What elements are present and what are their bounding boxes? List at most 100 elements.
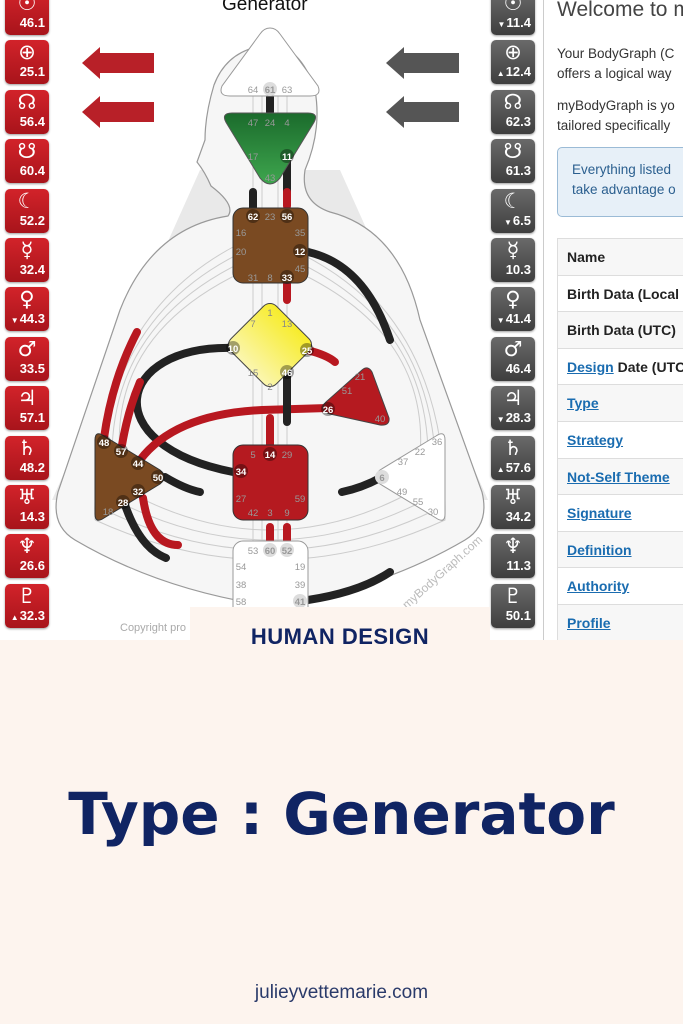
gate-60: 60 bbox=[265, 546, 276, 557]
gate-29: 29 bbox=[282, 450, 293, 461]
intro-text-1: Your BodyGraph (C bbox=[557, 46, 675, 61]
venus-icon: ♀ bbox=[19, 287, 35, 312]
table-row: Design Date (UTC bbox=[557, 347, 683, 385]
design-planet-saturn[interactable]: ♄ 48.2 bbox=[5, 435, 49, 480]
design-planet-neptune[interactable]: ♆ 26.6 bbox=[5, 534, 49, 579]
row-link[interactable]: Type bbox=[567, 395, 599, 411]
gate-11: 11 bbox=[282, 152, 293, 163]
planet-gate-value: 14.3 bbox=[5, 509, 49, 525]
row-link[interactable]: Design bbox=[567, 359, 614, 375]
planet-gate-value: ▲12.4 bbox=[491, 64, 535, 82]
personality-planet-pluto[interactable]: ♇ 50.1 bbox=[491, 583, 535, 628]
mars-icon: ♂ bbox=[17, 336, 37, 361]
gate-19: 19 bbox=[295, 562, 306, 573]
gate-26: 26 bbox=[323, 405, 334, 416]
row-link[interactable]: Signature bbox=[567, 505, 632, 521]
gate-3: 3 bbox=[267, 508, 272, 519]
gate-47: 47 bbox=[248, 118, 259, 129]
design-planet-sun[interactable]: ☉ 46.1 bbox=[5, 0, 49, 35]
planet-gate-value: 61.3 bbox=[491, 163, 535, 179]
design-planet-uranus[interactable]: ♅ 14.3 bbox=[5, 485, 49, 529]
personality-planet-north-node[interactable]: ☊ 62.3 bbox=[491, 89, 535, 134]
arrow-down-icon: ▼ bbox=[496, 415, 505, 425]
gate-31: 31 bbox=[248, 273, 259, 284]
gate-line: 11.3 bbox=[506, 558, 531, 574]
info-alert: Everything listed take advantage o bbox=[557, 147, 683, 217]
arrow-up-icon: ▲ bbox=[10, 612, 19, 622]
gate-line: 14.3 bbox=[19, 509, 45, 524]
gate-line: 26.6 bbox=[19, 558, 45, 574]
website-link[interactable]: julieyvettemarie.com bbox=[0, 982, 683, 1004]
design-planet-earth[interactable]: ⊕ 25.1 bbox=[5, 40, 49, 85]
planet-gate-value: 10.3 bbox=[491, 262, 535, 278]
jupiter-icon: ♃ bbox=[503, 386, 523, 411]
planet-gate-value: 46.4 bbox=[491, 361, 535, 377]
table-row: Not-Self Theme bbox=[557, 457, 683, 495]
gate-line: 25.1 bbox=[19, 64, 45, 80]
design-arrow-icon bbox=[82, 47, 154, 79]
gate-18: 18 bbox=[103, 507, 114, 518]
gate-15: 15 bbox=[248, 368, 259, 379]
design-planet-mars[interactable]: ♂ 33.5 bbox=[5, 336, 49, 381]
gate-51: 51 bbox=[342, 386, 353, 397]
mercury-icon: ☿ bbox=[20, 238, 34, 262]
planet-gate-value: 34.2 bbox=[491, 509, 535, 525]
row-link[interactable]: Profile bbox=[567, 615, 611, 631]
info-text-2: take advantage o bbox=[572, 182, 676, 197]
personality-planet-moon[interactable]: ☾ ▼6.5 bbox=[491, 188, 535, 233]
planet-gate-value: ▼11.4 bbox=[491, 15, 535, 33]
design-planet-moon[interactable]: ☾ 52.2 bbox=[5, 188, 49, 233]
planet-gate-value: ▼6.5 bbox=[491, 213, 535, 231]
gate-39: 39 bbox=[295, 580, 306, 591]
gate-40: 40 bbox=[375, 414, 386, 425]
banner-title: HUMAN DESIGN bbox=[190, 607, 490, 659]
personality-planet-earth[interactable]: ⊕ ▲12.4 bbox=[491, 40, 535, 85]
personality-planet-sun[interactable]: ☉ ▼11.4 bbox=[491, 0, 535, 35]
gate-49: 49 bbox=[397, 487, 408, 498]
personality-planet-uranus[interactable]: ♅ 34.2 bbox=[491, 485, 535, 529]
arrow-down-icon: ▼ bbox=[497, 20, 506, 29]
gate-46: 46 bbox=[282, 368, 293, 379]
personality-planet-neptune[interactable]: ♆ 11.3 bbox=[491, 534, 535, 579]
personality-planet-south-node[interactable]: ☋ 61.3 bbox=[491, 139, 535, 184]
gate-53: 53 bbox=[248, 546, 259, 557]
personality-planet-venus[interactable]: ♀ ▼41.4 bbox=[491, 287, 535, 332]
design-planet-mercury[interactable]: ☿ 32.4 bbox=[5, 238, 49, 282]
gate-38: 38 bbox=[236, 580, 247, 591]
row-link[interactable]: Authority bbox=[567, 578, 629, 594]
arrow-up-icon: ▲ bbox=[496, 464, 505, 474]
gate-line: 61.3 bbox=[505, 163, 531, 179]
divider bbox=[543, 0, 544, 640]
info-panel: Welcome to m Your BodyGraph (C offers a … bbox=[557, 0, 683, 640]
saturn-icon: ♄ bbox=[17, 435, 37, 460]
personality-planet-saturn[interactable]: ♄ ▲57.6 bbox=[491, 435, 535, 480]
gate-line: 46.4 bbox=[505, 360, 531, 376]
planet-gate-value: 26.6 bbox=[5, 558, 49, 574]
neptune-icon: ♆ bbox=[17, 534, 37, 559]
gate-54: 54 bbox=[236, 562, 247, 573]
personality-planet-mercury[interactable]: ☿ 10.3 bbox=[491, 238, 535, 282]
design-planet-jupiter[interactable]: ♃ 57.1 bbox=[5, 386, 49, 431]
gate-8: 8 bbox=[267, 273, 272, 284]
gate-20: 20 bbox=[236, 247, 247, 258]
row-link[interactable]: Definition bbox=[567, 542, 632, 558]
design-planet-north-node[interactable]: ☊ 56.4 bbox=[5, 89, 49, 134]
gate-line: 56.4 bbox=[19, 113, 45, 129]
gate-13: 13 bbox=[282, 319, 293, 330]
gate-17: 17 bbox=[248, 152, 259, 163]
personality-planet-jupiter[interactable]: ♃ ▼28.3 bbox=[491, 386, 535, 431]
gate-12: 12 bbox=[295, 247, 306, 258]
row-link[interactable]: Strategy bbox=[567, 432, 623, 448]
gate-9: 9 bbox=[284, 508, 289, 519]
design-planet-pluto[interactable]: ♇ ▲32.3 bbox=[5, 583, 49, 628]
jupiter-icon: ♃ bbox=[17, 386, 37, 411]
moon-icon: ☾ bbox=[17, 188, 37, 213]
row-link[interactable]: Not-Self Theme bbox=[567, 469, 670, 485]
sun-icon: ☉ bbox=[503, 0, 523, 15]
design-planet-venus[interactable]: ♀ ▼44.3 bbox=[5, 287, 49, 332]
gate-23: 23 bbox=[265, 212, 276, 223]
design-planet-south-node[interactable]: ☋ 60.4 bbox=[5, 139, 49, 184]
venus-icon: ♀ bbox=[505, 287, 521, 312]
personality-planet-mars[interactable]: ♂ 46.4 bbox=[491, 336, 535, 381]
bodygraph: 64 61 6347 24 417 114362 23 5616 3520 124531 8 3371… bbox=[52, 27, 488, 622]
